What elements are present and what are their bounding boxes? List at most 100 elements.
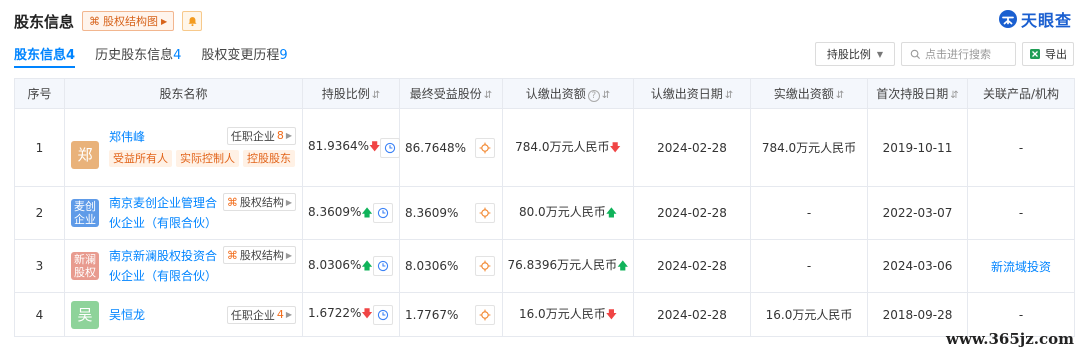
col-header-paid[interactable]: 实缴出资额 ⇵ — [750, 78, 868, 109]
subscribed-cell: 784.0万元人民币🡇 — [502, 108, 634, 187]
tab-label: 股东信息 — [14, 48, 67, 63]
label-controlling-shareholder: 控股股东 — [243, 149, 295, 167]
arrow-down-icon: 🡇 — [369, 140, 381, 153]
equity-path-icon[interactable] — [475, 256, 495, 276]
paid-cell: 16.0万元人民币 — [750, 292, 868, 337]
structure-icon: ⌘ — [226, 248, 238, 262]
final-share-cell: 8.3609% — [399, 186, 503, 240]
equity-structure-pill[interactable]: ⌘ 股权结构 ▶ — [222, 246, 296, 264]
col-header-subscribed[interactable]: 认缴出资额? ⇵ — [502, 78, 634, 109]
structure-icon: ⌘ — [89, 14, 101, 28]
col-header-index: 序号 — [14, 78, 65, 109]
holder-name-link[interactable]: 南京新澜股权投资合 伙企业（有限合伙） — [109, 246, 217, 286]
positions-pill[interactable]: 任职企业 4 ▶ — [226, 305, 296, 324]
avatar[interactable]: 郑 — [71, 140, 99, 169]
ratio-cell: 8.0306%🡅 — [302, 239, 400, 293]
sort-icon[interactable]: ⇵ — [602, 90, 610, 101]
first-date-cell: 2022-03-07 — [867, 186, 968, 240]
sort-icon[interactable]: ⇵ — [372, 90, 380, 101]
export-button[interactable]: 导出 — [1022, 42, 1074, 66]
header-label: 实缴出资额 — [773, 87, 834, 101]
equity-path-icon[interactable] — [475, 203, 495, 223]
structure-icon: ⌘ — [226, 195, 238, 209]
tab-shareholders[interactable]: 股东信息4 — [14, 44, 76, 68]
search-box[interactable] — [901, 42, 1016, 66]
excel-icon — [1030, 49, 1040, 59]
table-row: 4 吴 吴恒龙 任职企业 4 ▶ 1.6722%🡇 1.7767% 16.0万元人民… — [14, 292, 1075, 337]
positions-pill[interactable]: 任职企业 8 ▶ — [226, 126, 296, 145]
final-share-cell: 86.7648% — [399, 108, 503, 187]
search-icon — [910, 49, 921, 59]
sort-icon[interactable]: ⇵ — [725, 90, 733, 101]
holder-name-line: 南京新澜股权投资合 — [109, 249, 218, 263]
equity-structure-pill[interactable]: ⌘ 股权结构 ▶ — [222, 193, 296, 211]
subscribed-value: 784.0万元人民币 — [515, 139, 610, 154]
bell-icon[interactable] — [182, 11, 203, 31]
avatar[interactable]: 新澜股权 — [71, 252, 99, 280]
final-share-value: 86.7648% — [405, 140, 467, 155]
row-index: 3 — [14, 239, 65, 293]
sort-icon[interactable]: ⇵ — [836, 90, 844, 101]
ratio-history-icon[interactable] — [372, 304, 393, 325]
sort-icon[interactable]: ⇵ — [950, 90, 958, 101]
header-label: 持股比例 — [321, 87, 370, 101]
shareholder-table: 序号 股东名称 持股比例 ⇵ 最终受益股份 ⇵ 认缴出资额? ⇵ 认缴出资日期 ⇵ 实缴… — [14, 78, 1075, 337]
arrow-down-icon: 🡇 — [605, 307, 618, 321]
holder-labels: 受益所有人 实际控制人 控股股东 — [109, 149, 296, 167]
arrow-up-icon: 🡅 — [605, 206, 618, 219]
subscribed-date-cell: 2024-02-28 — [633, 108, 751, 187]
holder-name-link[interactable]: 吴恒龙 — [109, 305, 145, 325]
ratio-value: 81.9364% — [308, 139, 370, 153]
equity-path-icon[interactable] — [475, 304, 495, 325]
paid-cell: - — [750, 239, 868, 293]
avatar[interactable]: 麦创企业 — [71, 199, 99, 227]
arrow-up-icon: 🡅 — [617, 259, 629, 272]
subscribed-cell: 80.0万元人民币🡅 — [502, 186, 634, 240]
holder-name-link[interactable]: 南京麦创企业管理合 伙企业（有限合伙） — [109, 193, 217, 233]
col-header-ratio[interactable]: 持股比例 ⇵ — [302, 78, 400, 109]
sort-icon[interactable]: ⇵ — [484, 90, 492, 101]
tab-equity-changes[interactable]: 股权变更历程9 — [201, 44, 287, 68]
col-header-subscribed-date[interactable]: 认缴出资日期 ⇵ — [633, 78, 751, 109]
subscribed-date-cell: 2024-02-28 — [633, 239, 751, 293]
header-label: 首次持股日期 — [876, 87, 949, 101]
chevron-right-icon: ▶ — [285, 310, 292, 319]
search-input[interactable] — [925, 47, 1015, 61]
paid-cell: - — [750, 186, 868, 240]
equity-path-icon[interactable] — [475, 137, 495, 158]
section-title: 股东信息 — [14, 12, 75, 31]
chevron-right-icon: ▶ — [285, 197, 292, 207]
export-label: 导出 — [1045, 48, 1067, 61]
col-header-first-date[interactable]: 首次持股日期 ⇵ — [867, 78, 968, 109]
shareholder-tabs: 股东信息4 历史股东信息4 股权变更历程9 — [14, 44, 288, 68]
holder-cell: 郑 郑伟峰 任职企业 8 ▶ 受益所有人 实际控制人 控股股东 — [64, 108, 303, 187]
subscribed-value: 16.0万元人民币 — [518, 306, 606, 321]
col-header-final-share[interactable]: 最终受益股份 ⇵ — [399, 78, 503, 109]
arrow-down-icon: 🡇 — [609, 140, 621, 154]
brand-name: 天眼查 — [1020, 11, 1072, 30]
row-index: 1 — [14, 108, 65, 187]
related-cell: 新流域投资 — [967, 239, 1075, 293]
section-header: 股东信息 ⌘ 股权结构图 ▶ — [14, 8, 203, 34]
table-header-row: 序号 股东名称 持股比例 ⇵ 最终受益股份 ⇵ 认缴出资额? ⇵ 认缴出资日期 ⇵ 实缴… — [14, 78, 1075, 109]
tab-history-shareholders[interactable]: 历史股东信息4 — [95, 44, 181, 68]
avatar[interactable]: 吴 — [71, 300, 99, 329]
label-beneficial-owner: 受益所有人 — [109, 149, 172, 167]
holder-name-link[interactable]: 郑伟峰 — [109, 127, 145, 147]
ratio-value: 1.6722% — [308, 306, 362, 320]
ratio-history-icon[interactable] — [372, 203, 393, 223]
equity-structure-tag[interactable]: ⌘ 股权结构图 ▶ — [82, 11, 175, 31]
ratio-history-icon[interactable] — [372, 256, 393, 276]
final-share-value: 8.0306% — [405, 259, 459, 273]
table-toolbar: 持股比例 ▼ 导出 — [815, 42, 1074, 66]
help-icon[interactable]: ? — [587, 90, 600, 102]
ratio-history-icon[interactable] — [380, 137, 401, 158]
related-product-link[interactable]: 新流域投资 — [991, 260, 1051, 274]
watermark: www.365jz.com — [946, 330, 1074, 348]
sort-select[interactable]: 持股比例 ▼ — [815, 42, 895, 66]
subscribed-cell: 76.8396万元人民币🡅 — [502, 239, 634, 293]
table-row: 3 新澜股权 南京新澜股权投资合 伙企业（有限合伙） ⌘ 股权结构 ▶ 8.0306%… — [14, 239, 1075, 293]
ratio-cell: 81.9364%🡇 — [302, 108, 401, 187]
chevron-right-icon: ▶ — [161, 16, 168, 26]
pill-label: 股权结构 — [239, 249, 284, 262]
